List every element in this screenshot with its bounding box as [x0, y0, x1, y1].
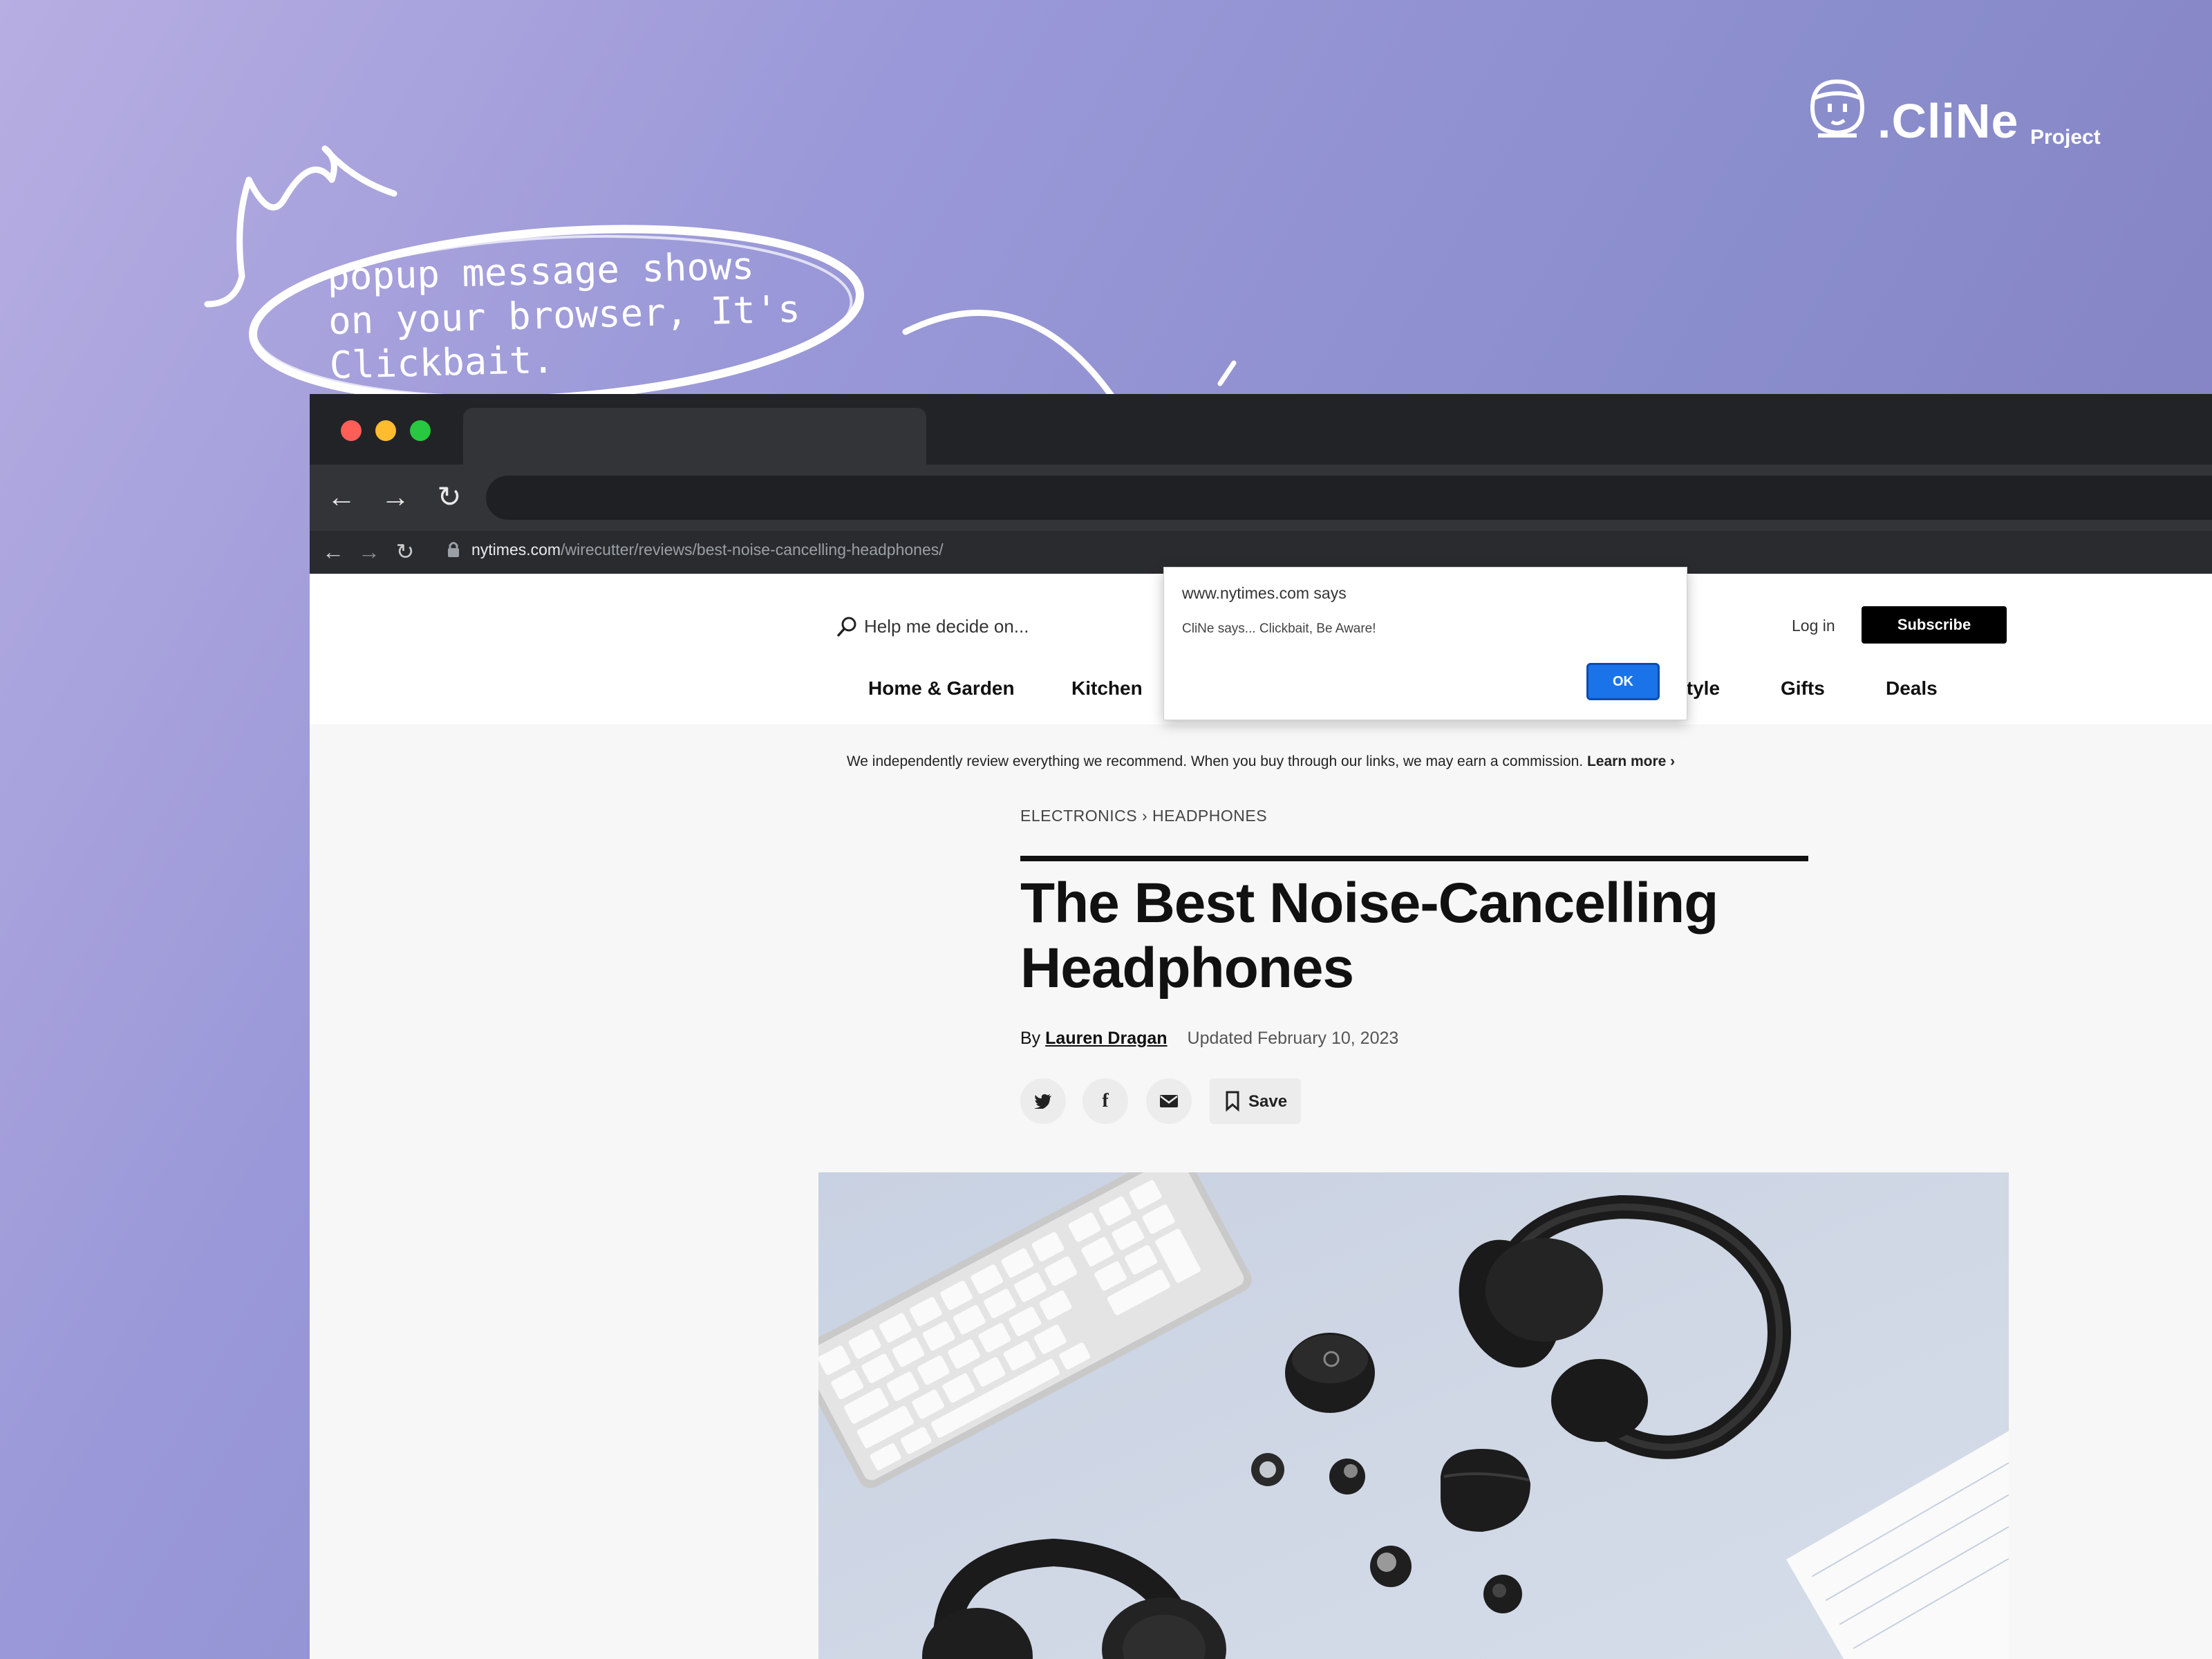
- learn-more-link[interactable]: Learn more ›: [1587, 753, 1675, 769]
- browser-toolbar: ← → ↻: [310, 465, 2212, 531]
- reload-icon[interactable]: ↻: [391, 541, 419, 563]
- nav-deals[interactable]: Deals: [1886, 677, 1938, 700]
- brand-name: .CliNe: [1877, 94, 2019, 148]
- maximize-window-button[interactable]: [410, 420, 431, 441]
- hero-image-headphones: [818, 1172, 2009, 1659]
- author-link[interactable]: Lauren Dragan: [1045, 1029, 1167, 1048]
- close-window-button[interactable]: [341, 420, 362, 441]
- login-link[interactable]: Log in: [1792, 617, 1835, 635]
- brand-subtitle: Project: [2030, 126, 2101, 149]
- forward-arrow-icon[interactable]: →: [355, 541, 383, 563]
- save-button[interactable]: Save: [1210, 1078, 1301, 1124]
- headphones-photo: [818, 1172, 2009, 1659]
- back-arrow-icon[interactable]: ←: [319, 541, 347, 563]
- alert-dialog: www.nytimes.com says CliNe says... Click…: [1163, 567, 1687, 720]
- email-share-button[interactable]: [1146, 1078, 1192, 1124]
- browser-tab[interactable]: [463, 408, 926, 465]
- headline-rule: [1020, 856, 1808, 861]
- dialog-message: CliNe says... Clickbait, Be Aware!: [1182, 621, 1376, 636]
- subscribe-button[interactable]: Subscribe: [1862, 606, 2007, 644]
- search-input[interactable]: Help me decide on...: [864, 616, 1029, 637]
- annotation-text: popup message shows on your browser, It'…: [326, 244, 801, 388]
- facebook-share-button[interactable]: f: [1082, 1078, 1128, 1124]
- updated-date: Updated February 10, 2023: [1187, 1029, 1399, 1048]
- cline-mascot-icon: [1810, 79, 1865, 138]
- breadcrumb[interactable]: ELECTRONICS › HEADPHONES: [1020, 807, 1267, 825]
- cline-logo: .CliNe Project: [1804, 76, 2122, 159]
- lock-icon: [448, 542, 459, 557]
- browser-window: ← → ↻ ← → ↻ nytimes.com/wirecutter/revie…: [310, 394, 2212, 1659]
- twitter-share-button[interactable]: [1020, 1078, 1066, 1124]
- nav-home-garden[interactable]: Home & Garden: [868, 677, 1015, 700]
- ok-button[interactable]: OK: [1586, 663, 1660, 700]
- address-bar-empty[interactable]: [486, 476, 2212, 520]
- twitter-icon: [1034, 1094, 1051, 1109]
- bookmark-icon: [1226, 1091, 1239, 1112]
- facebook-icon: f: [1102, 1090, 1109, 1112]
- forward-arrow-icon[interactable]: →: [377, 482, 413, 512]
- browser-titlebar: [310, 394, 2212, 465]
- web-page: Help me decide on... Log in Subscribe Ho…: [310, 574, 2212, 1659]
- affiliate-disclaimer: We independently review everything we re…: [846, 753, 1676, 769]
- back-arrow-icon[interactable]: ←: [324, 482, 359, 512]
- email-icon: [1160, 1095, 1178, 1107]
- minimize-window-button[interactable]: [375, 420, 396, 441]
- search-icon[interactable]: [835, 615, 859, 639]
- article-headline: The Best Noise-Cancelling Headphones: [1020, 872, 1718, 1000]
- dialog-title: www.nytimes.com says: [1182, 584, 1347, 602]
- byline: By Lauren Dragan Updated February 10, 20…: [1020, 1029, 1399, 1048]
- url-text[interactable]: nytimes.com/wirecutter/reviews/best-nois…: [471, 541, 944, 559]
- reload-icon[interactable]: ↻: [431, 482, 467, 512]
- nav-gifts[interactable]: Gifts: [1781, 677, 1825, 700]
- nav-kitchen[interactable]: Kitchen: [1071, 677, 1143, 700]
